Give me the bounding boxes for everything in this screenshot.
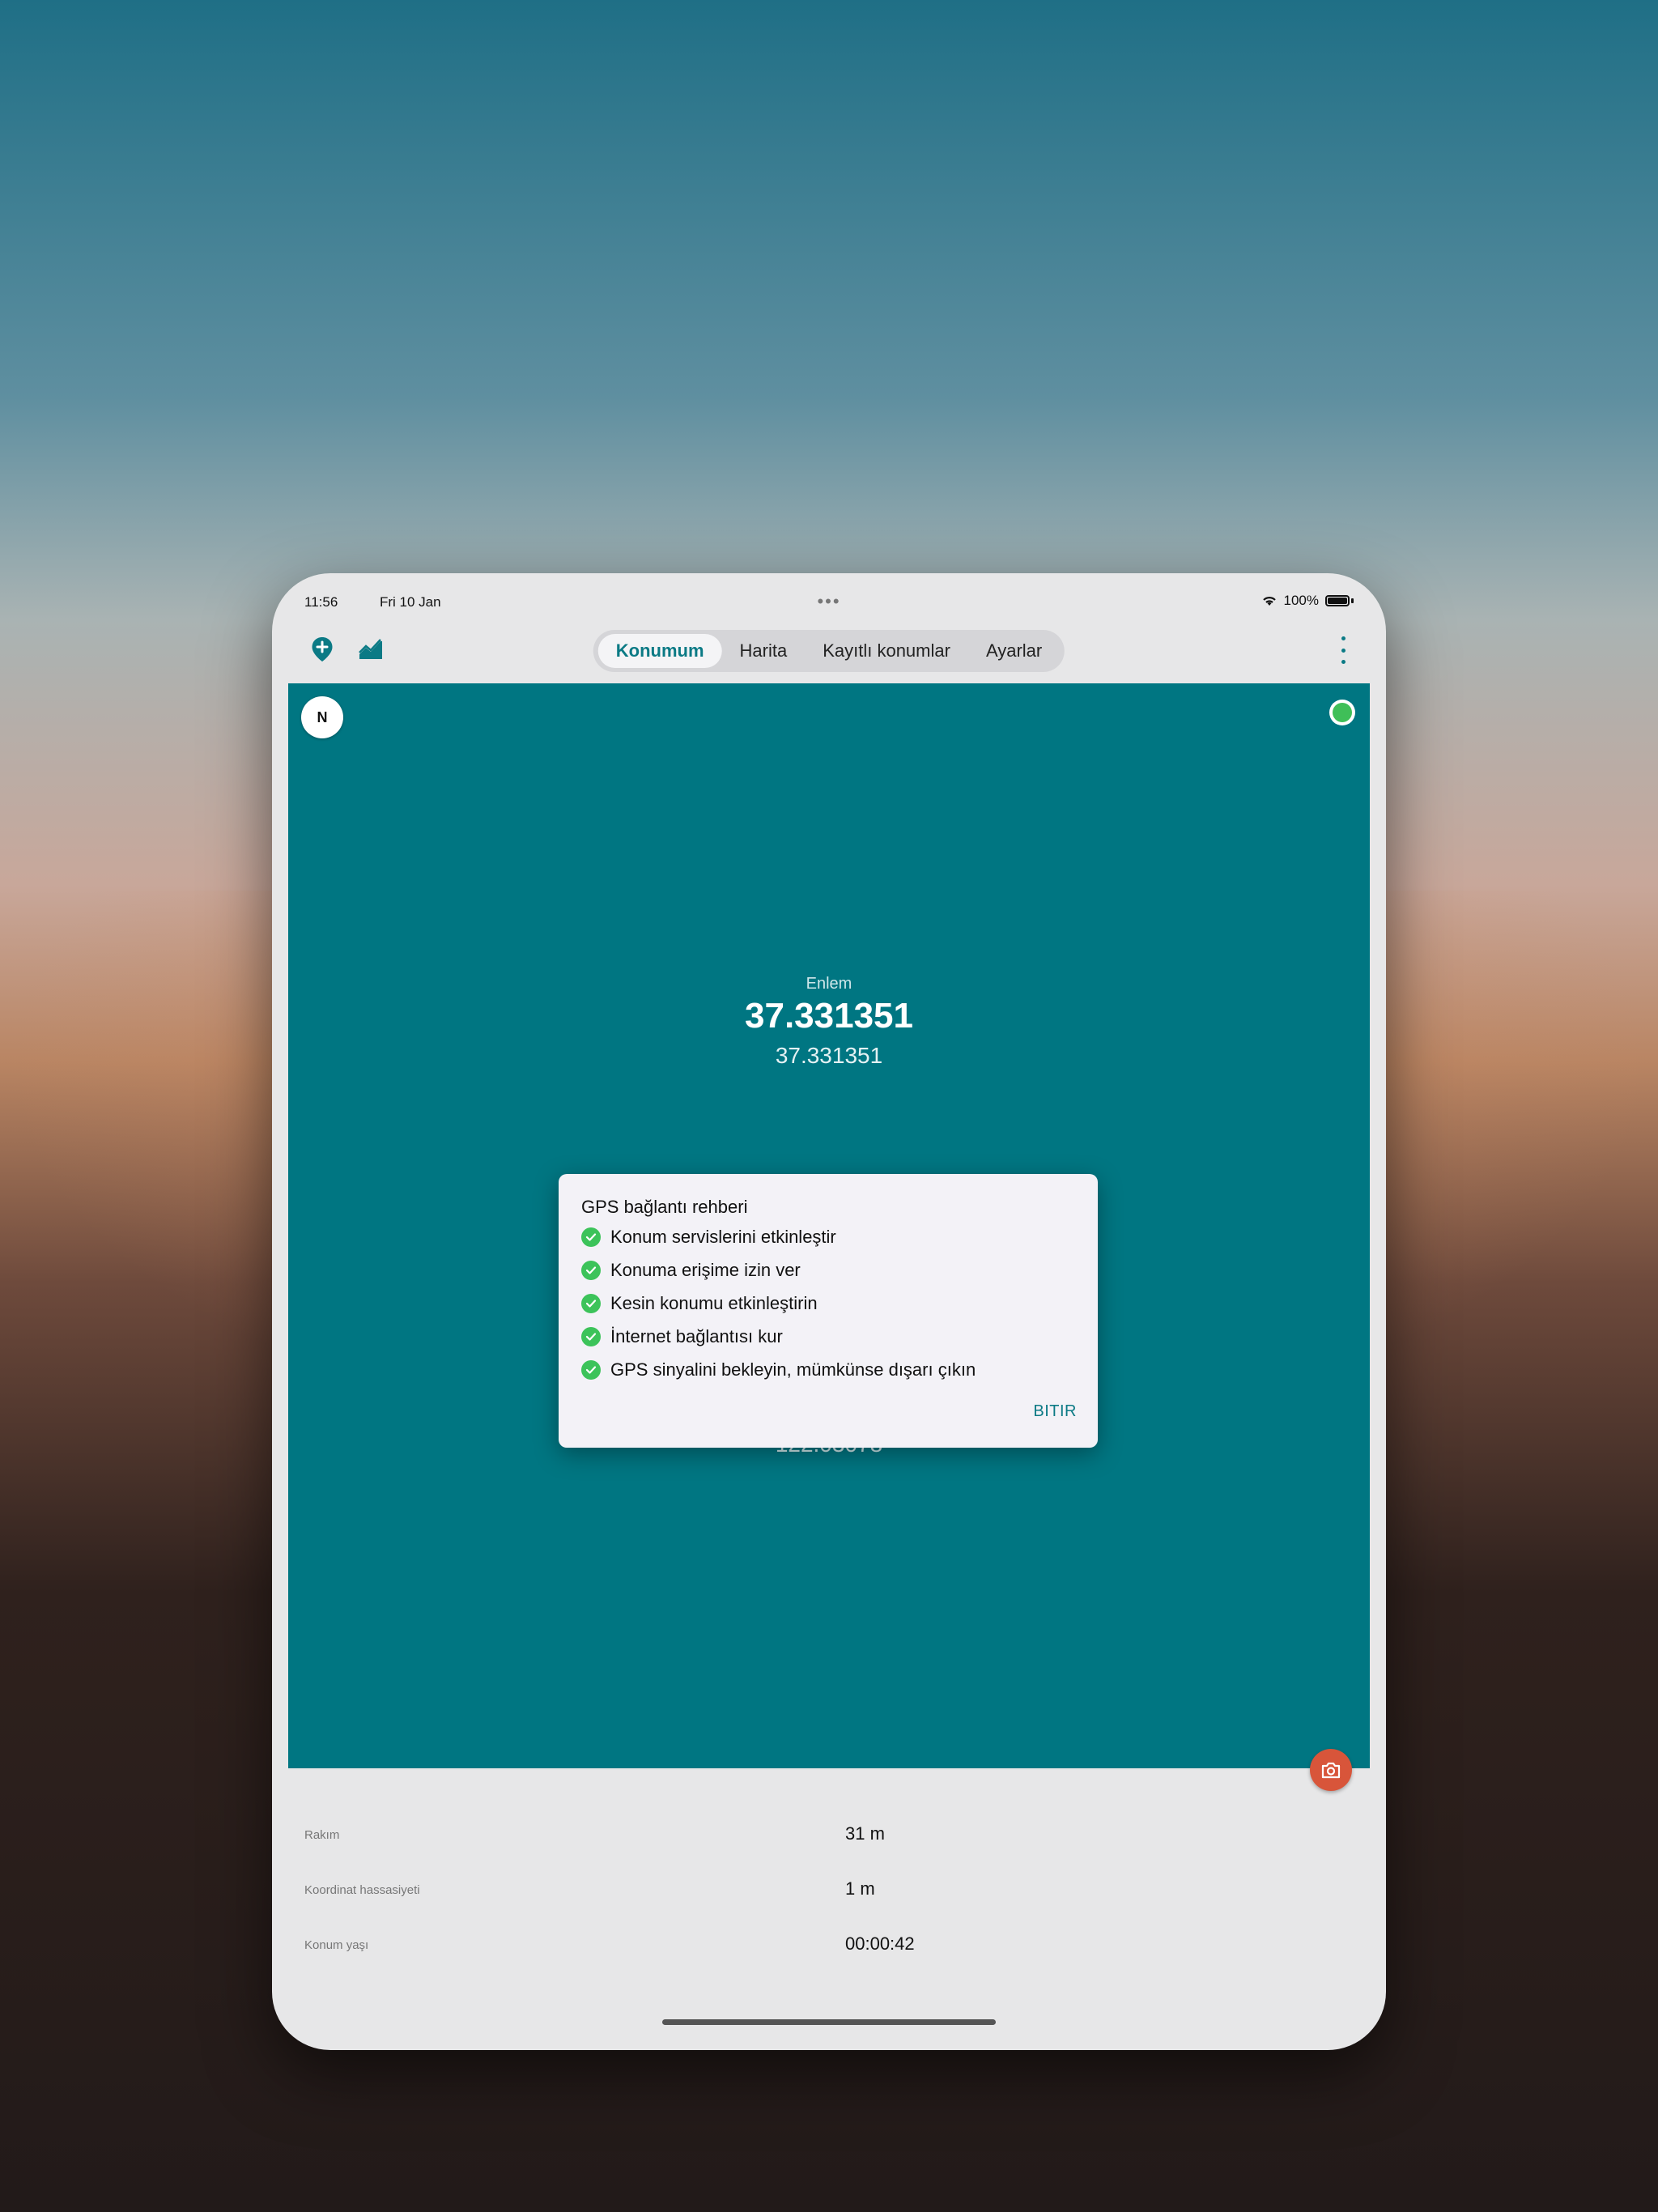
info-label: Koordinat hassasiyeti: [304, 1883, 420, 1897]
info-value: 31 m: [845, 1823, 885, 1844]
finish-button[interactable]: BITIR: [1033, 1402, 1077, 1421]
multitasking-dots-icon[interactable]: •••: [817, 591, 840, 612]
latitude-value: 37.331351: [745, 996, 913, 1036]
info-label: Rakım: [304, 1828, 340, 1842]
compass-letter: N: [317, 708, 328, 725]
checkmark-icon: [581, 1360, 601, 1380]
status-indicators: 100%: [1261, 593, 1354, 609]
gps-status-indicator[interactable]: [1329, 700, 1355, 725]
dialog-item-label: İnternet bağlantısı kur: [610, 1326, 783, 1346]
info-value: 00:00:42: [845, 1933, 915, 1954]
latitude-alt-value: 37.331351: [775, 1043, 883, 1068]
dialog-item: Konum servislerini etkinleştir: [581, 1225, 836, 1249]
dialog-item-label: Kesin konumu etkinleştirin: [610, 1293, 818, 1313]
info-row-altitude: Rakım 31 m: [304, 1820, 1354, 1853]
info-row-location-age: Konum yaşı 00:00:42: [304, 1930, 1354, 1963]
dialog-item: Konuma erişime izin ver: [581, 1258, 801, 1283]
status-time: 11:56: [304, 594, 338, 610]
dialog-title: GPS bağlantı rehberi: [581, 1197, 748, 1217]
dialog-item-label: Konum servislerini etkinleştir: [610, 1227, 836, 1247]
camera-button[interactable]: [1310, 1749, 1352, 1791]
dialog-item: İnternet bağlantısı kur: [581, 1325, 783, 1349]
dialog-item-label: Konuma erişime izin ver: [610, 1260, 801, 1280]
tab-kayitli-konumlar[interactable]: Kayıtlı konumlar: [805, 634, 968, 668]
battery-nub: [1351, 598, 1354, 603]
checkmark-icon: [581, 1327, 601, 1346]
wifi-icon: [1262, 597, 1276, 606]
home-indicator[interactable]: [662, 2019, 996, 2025]
status-bar: 11:56 Fri 10 Jan ••• 100%: [304, 591, 1354, 615]
info-row-accuracy: Koordinat hassasiyeti 1 m: [304, 1875, 1354, 1908]
elevation-chart-icon[interactable]: [353, 632, 389, 667]
camera-icon: [1321, 1762, 1341, 1779]
tab-konumum[interactable]: Konumum: [597, 634, 722, 668]
checkmark-icon: [581, 1261, 601, 1280]
dialog-item-label: GPS sinyalini bekleyin, mümkünse dışarı …: [610, 1359, 976, 1380]
dialog-item: GPS sinyalini bekleyin, mümkünse dışarı …: [581, 1358, 976, 1382]
tab-harita[interactable]: Harita: [722, 634, 806, 668]
info-label: Konum yaşı: [304, 1938, 369, 1952]
battery-icon: [1325, 595, 1350, 606]
toolbar: Konumum Harita Kayıtlı konumlar Ayarlar: [272, 622, 1386, 678]
battery-percent: 100%: [1283, 593, 1319, 608]
main-tab-control: Konumum Harita Kayıtlı konumlar Ayarlar: [593, 630, 1065, 672]
checkmark-icon: [581, 1294, 601, 1313]
add-location-pin-icon[interactable]: [304, 632, 340, 667]
info-value: 1 m: [845, 1878, 875, 1899]
gps-guide-dialog: GPS bağlantı rehberi Konum servislerini …: [559, 1174, 1098, 1448]
compass-icon[interactable]: N: [301, 696, 343, 738]
checkmark-icon: [581, 1227, 601, 1247]
tab-ayarlar[interactable]: Ayarlar: [968, 634, 1060, 668]
more-options-icon[interactable]: [1339, 636, 1347, 664]
latitude-label: Enlem: [806, 975, 852, 993]
dialog-item: Kesin konumu etkinleştirin: [581, 1291, 818, 1316]
status-date: Fri 10 Jan: [380, 594, 441, 610]
